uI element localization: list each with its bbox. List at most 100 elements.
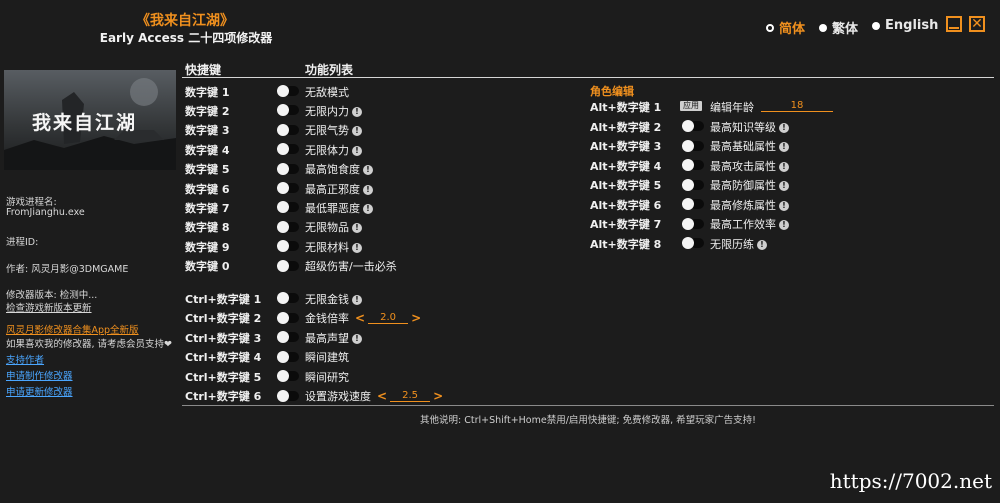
feature-row: Alt+数字键 4 最高攻击属性! [590, 156, 890, 175]
header-divider [182, 77, 994, 78]
feature-row: Ctrl+数字键 5 瞬间研究 [185, 367, 485, 386]
minimize-icon[interactable] [946, 16, 962, 32]
age-input[interactable]: 18 [761, 100, 833, 112]
feature-label: 设置游戏速度 <2.5 > [305, 388, 443, 404]
info-icon[interactable]: ! [779, 122, 789, 133]
feature-toggle[interactable] [277, 292, 299, 304]
feature-row: 数字键 9 无限材料! [185, 237, 485, 256]
feature-toggle[interactable] [277, 201, 299, 214]
info-icon[interactable]: ! [363, 165, 373, 176]
hotkey-label: Alt+数字键 3 [590, 140, 662, 153]
feature-label: 最高防御属性! [710, 177, 789, 193]
info-icon[interactable]: ! [779, 161, 789, 172]
feature-text: 瞬间建筑 [305, 351, 349, 364]
feature-toggle[interactable] [277, 85, 299, 97]
toggle-knob [682, 120, 694, 132]
hotkey-label: 数字键 3 [185, 124, 230, 138]
app-subtitle: Early Access 二十四项修改器 [99, 31, 273, 45]
info-icon[interactable]: ! [352, 294, 362, 305]
info-icon[interactable]: ! [363, 203, 373, 214]
hotkey-label: 数字键 1 [185, 85, 230, 99]
hotkey-label: Alt+数字键 7 [590, 218, 662, 231]
info-icon[interactable]: ! [352, 333, 362, 344]
feature-row: Alt+数字键 5 最高防御属性! [590, 176, 890, 195]
feature-label: 无限金钱! [305, 291, 362, 307]
feature-row: Ctrl+数字键 4 瞬间建筑 [185, 348, 485, 367]
close-icon[interactable]: ✕ [969, 16, 985, 32]
toggle-knob [277, 220, 289, 233]
feature-row: Alt+数字键 3 最高基础属性! [590, 137, 890, 156]
app-link[interactable]: 风灵月影修改器合集App全新版 [6, 322, 139, 336]
check-update-link[interactable]: 检查游戏新版本更新 [6, 300, 92, 314]
feature-toggle[interactable] [682, 198, 704, 210]
feature-label: 瞬间研究 [305, 369, 349, 385]
hotkey-label: Ctrl+数字键 6 [185, 390, 262, 403]
feature-toggle[interactable] [277, 311, 299, 324]
version-text: 修改器版本: 检测中... [6, 290, 98, 301]
value-stepper: <2.0 > [355, 311, 421, 325]
feature-row: 数字键 8 无限物品! [185, 218, 485, 237]
info-icon[interactable]: ! [757, 239, 767, 250]
hotkey-label: 数字键 4 [185, 143, 230, 157]
value-input[interactable]: 2.5 [390, 390, 431, 402]
info-icon[interactable]: ! [352, 242, 362, 253]
info-icon[interactable]: ! [363, 184, 373, 195]
feature-toggle[interactable] [277, 389, 299, 402]
lang-english[interactable]: English [872, 18, 938, 33]
feature-toggle[interactable] [277, 331, 299, 343]
toggle-knob [277, 389, 289, 402]
decrease-arrow-icon[interactable]: < [377, 389, 387, 403]
feature-toggle[interactable] [277, 220, 299, 233]
request-trainer-link[interactable]: 申请制作修改器 [6, 368, 73, 382]
decrease-arrow-icon[interactable]: < [355, 311, 365, 325]
feature-text: 最高饱食度 [305, 163, 360, 177]
feature-label: 最低罪恶度! [305, 200, 373, 216]
feature-toggle[interactable] [277, 182, 299, 194]
feature-toggle[interactable] [277, 104, 299, 117]
feature-toggle[interactable] [682, 120, 704, 132]
value-stepper: <2.5 > [377, 389, 443, 403]
apply-button[interactable]: 应用 [680, 101, 702, 111]
feature-text: 超级伤害/一击必杀 [305, 260, 397, 274]
info-icon[interactable]: ! [779, 181, 789, 191]
feature-toggle[interactable] [682, 159, 704, 171]
feature-toggle[interactable] [277, 259, 299, 272]
info-icon[interactable]: ! [779, 200, 789, 211]
increase-arrow-icon[interactable]: > [433, 389, 443, 403]
info-icon[interactable]: ! [352, 223, 362, 234]
feature-toggle[interactable] [277, 143, 299, 156]
feature-toggle[interactable] [682, 178, 704, 191]
request-update-link[interactable]: 申请更新修改器 [6, 384, 73, 398]
age-label: 编辑年龄 [710, 100, 754, 114]
feature-toggle[interactable] [277, 350, 299, 363]
feature-toggle[interactable] [682, 217, 704, 230]
hotkey-label: Ctrl+数字键 3 [185, 331, 262, 345]
feature-text: 无限历练 [710, 237, 754, 251]
info-icon[interactable]: ! [352, 106, 362, 117]
lang-simplified[interactable]: 简体 [766, 18, 805, 37]
value-input[interactable]: 2.0 [368, 312, 409, 324]
process-value: FromJianghu.exe [6, 207, 85, 218]
feature-label: 无限内力! [305, 103, 362, 119]
toggle-knob [682, 217, 694, 230]
feature-toggle[interactable] [682, 237, 704, 249]
feature-text: 无限金钱 [305, 292, 349, 306]
radio-icon [819, 23, 827, 32]
feature-toggle[interactable] [682, 139, 704, 152]
info-icon[interactable]: ! [779, 220, 789, 230]
lang-traditional[interactable]: 繁体 [819, 18, 858, 37]
feature-row: Alt+数字键 8 无限历练! [590, 234, 890, 253]
feature-toggle[interactable] [277, 240, 299, 253]
feature-toggle[interactable] [277, 123, 299, 136]
feature-toggle[interactable] [277, 370, 299, 382]
hotkey-label: Ctrl+数字键 4 [185, 351, 262, 364]
lang-label: 简体 [779, 22, 806, 37]
support-author-link[interactable]: 支持作者 [6, 352, 44, 366]
banner-title: 我来自江湖 [32, 112, 138, 134]
info-icon[interactable]: ! [352, 145, 362, 156]
info-icon[interactable]: ! [352, 126, 362, 137]
increase-arrow-icon[interactable]: > [411, 311, 421, 325]
info-icon[interactable]: ! [779, 142, 789, 152]
feature-toggle[interactable] [277, 162, 299, 175]
toggle-knob [682, 198, 694, 210]
